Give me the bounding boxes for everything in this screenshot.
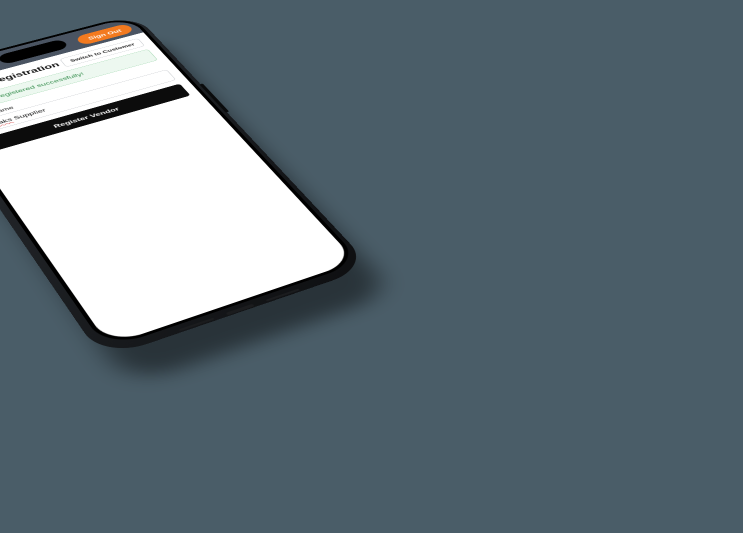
phone-mockup: Sign Out Vendor Registration Switch to C… — [120, 93, 669, 502]
phone-body: Sign Out Vendor Registration Switch to C… — [0, 14, 372, 359]
scene: Sign Out Vendor Registration Switch to C… — [0, 0, 743, 533]
phone-screen: Sign Out Vendor Registration Switch to C… — [0, 17, 356, 345]
app-root: Sign Out Vendor Registration Switch to C… — [0, 17, 356, 345]
phone-bezel: Sign Out Vendor Registration Switch to C… — [0, 15, 362, 349]
